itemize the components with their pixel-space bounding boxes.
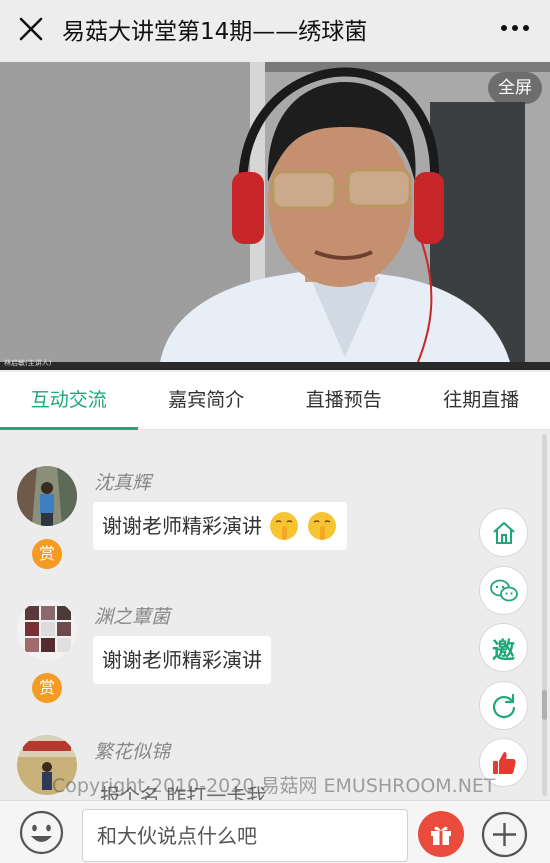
- gift-button[interactable]: [418, 811, 464, 857]
- fullscreen-button[interactable]: 全屏: [488, 72, 542, 104]
- wechat-share-button[interactable]: [479, 566, 528, 615]
- tab-past-lives[interactable]: 往期直播: [413, 372, 550, 429]
- page-title: 易菇大讲堂第14期——绣球菌: [62, 19, 368, 45]
- chat-input[interactable]: [82, 809, 408, 862]
- scroll-thumb[interactable]: [542, 690, 547, 720]
- plus-icon[interactable]: [481, 811, 528, 858]
- video-frame-illustration: [0, 62, 550, 370]
- tab-interaction[interactable]: 互动交流: [0, 372, 138, 430]
- chat-bubble: 谢谢老师精彩演讲: [93, 502, 347, 550]
- reward-badge[interactable]: 赏: [32, 673, 62, 703]
- invite-button[interactable]: 邀: [479, 623, 528, 672]
- live-video[interactable]: 全屏 林启敏(主讲人): [0, 62, 550, 370]
- chat-username: 沈真辉: [94, 472, 152, 494]
- more-horizontal-icon[interactable]: [498, 18, 532, 38]
- avatar[interactable]: [17, 466, 77, 526]
- home-button[interactable]: [479, 508, 528, 557]
- speaker-tag: 林启敏(主讲人): [4, 359, 52, 367]
- shush-emoji-icon: [270, 512, 298, 540]
- refresh-icon: [492, 693, 515, 718]
- like-button[interactable]: [479, 738, 528, 787]
- chat-text: 谢谢老师精彩演讲: [102, 648, 262, 672]
- wechat-icon: [489, 579, 518, 601]
- chat-username: 繁花似锦: [94, 741, 171, 763]
- close-icon[interactable]: [15, 13, 47, 45]
- chat-list[interactable]: 赏 沈真辉 谢谢老师精彩演讲 赏 渊之蕈菌 谢谢老师精彩演讲 繁花似锦: [0, 432, 550, 798]
- avatar[interactable]: [17, 735, 77, 795]
- tab-bar: 互动交流 嘉宾简介 直播预告 往期直播: [0, 372, 550, 430]
- chat-username: 渊之蕈菌: [94, 606, 171, 628]
- tab-guest-intro[interactable]: 嘉宾简介: [138, 372, 276, 429]
- bottom-bar: [0, 800, 550, 863]
- top-bar: 易菇大讲堂第14期——绣球菌: [0, 0, 550, 58]
- avatar[interactable]: [17, 600, 77, 660]
- chat-bubble: 谢谢老师精彩演讲: [93, 636, 271, 684]
- smiley-icon[interactable]: [19, 810, 64, 855]
- refresh-button[interactable]: [479, 681, 528, 730]
- chat-scrollbar[interactable]: [542, 434, 547, 796]
- gift-icon: [431, 826, 451, 845]
- chat-text: 谢谢老师精彩演讲: [102, 514, 262, 538]
- thumbs-up-icon: [492, 751, 516, 774]
- reward-badge[interactable]: 赏: [32, 539, 62, 569]
- home-icon: [492, 521, 515, 544]
- shush-emoji-icon: [308, 512, 336, 540]
- tab-live-preview[interactable]: 直播预告: [275, 372, 413, 429]
